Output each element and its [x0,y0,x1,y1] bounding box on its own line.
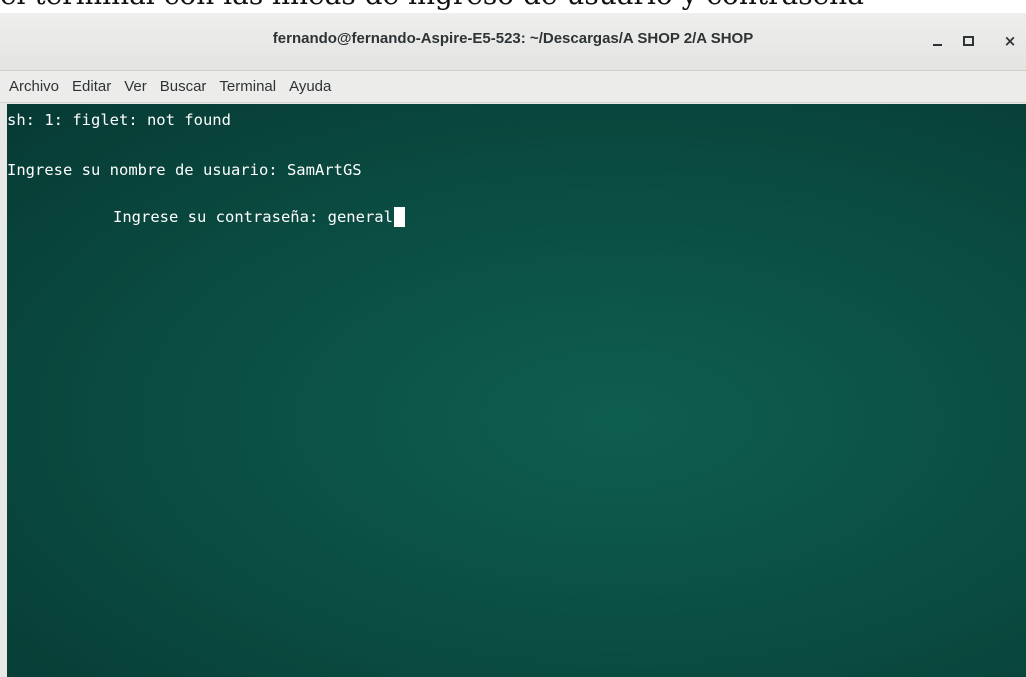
close-button[interactable]: × [998,29,1022,53]
menu-archivo[interactable]: Archivo [9,78,59,95]
title-bar[interactable]: fernando@fernando-Aspire-E5-523: ~/Desca… [0,13,1026,71]
menu-buscar[interactable]: Buscar [160,78,207,95]
minimize-icon [932,44,942,46]
menu-ver[interactable]: Ver [124,78,147,95]
menu-ayuda[interactable]: Ayuda [289,78,331,95]
menu-editar[interactable]: Editar [72,78,111,95]
menu-bar: Archivo Editar Ver Buscar Terminal Ayuda [0,71,1026,103]
page-caption: el terminal con las líneas de ingreso de… [0,0,1026,12]
maximize-button[interactable] [956,29,980,53]
terminal-output[interactable]: sh: 1: figlet: not found Ingrese su nomb… [7,104,1026,677]
close-icon: × [1003,32,1017,50]
window-title: fernando@fernando-Aspire-E5-523: ~/Desca… [272,30,754,47]
menu-terminal[interactable]: Terminal [219,78,276,95]
maximize-icon [962,36,974,46]
terminal-window: fernando@fernando-Aspire-E5-523: ~/Desca… [0,13,1026,677]
terminal-line: sh: 1: figlet: not found [7,111,231,129]
terminal-line: Ingrese su nombre de usuario: SamArtGS [7,161,362,179]
text-cursor [393,207,405,227]
terminal-input-line: Ingrese su contraseña: general [113,207,405,227]
terminal-line: Ingrese su contraseña: general [113,208,393,226]
minimize-button[interactable] [925,29,949,53]
